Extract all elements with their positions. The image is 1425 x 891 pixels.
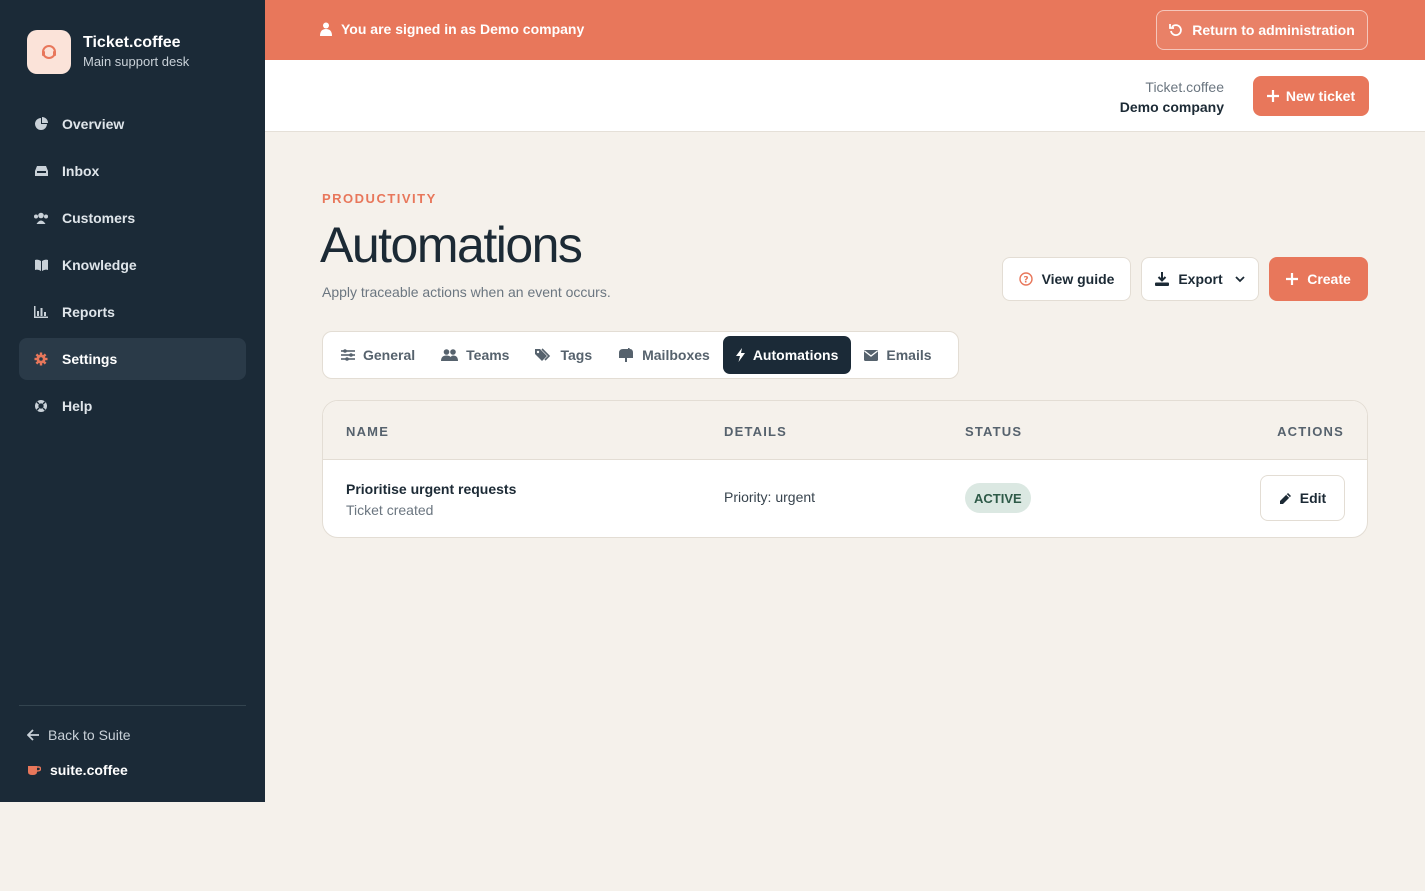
back-to-suite-link[interactable]: Back to Suite [27,727,131,743]
account-info: Ticket.coffee Demo company [1120,77,1224,117]
tab-emails[interactable]: Emails [851,336,944,374]
tab-label: Tags [560,347,593,363]
sidebar-item-label: Inbox [62,163,100,179]
impersonation-banner: You are signed in as Demo company Return… [265,0,1425,60]
tab-label: Teams [466,347,510,363]
sidebar-item-label: Help [62,398,93,414]
user-icon [320,22,332,36]
download-icon [1155,272,1170,286]
sidebar-item-label: Reports [62,304,115,320]
tab-mailboxes[interactable]: Mailboxes [605,336,723,374]
create-button[interactable]: Create [1269,257,1368,301]
book-icon [33,257,49,273]
brand[interactable]: Ticket.coffee Main support desk [27,30,189,74]
brand-subtitle: Main support desk [83,54,190,69]
column-header-actions: ACTIONS [1277,424,1344,439]
question-circle-icon: ? [1018,272,1033,286]
tab-label: Automations [752,347,839,363]
tab-general[interactable]: General [328,336,428,374]
tab-label: Emails [886,347,932,363]
sidebar-item-label: Settings [62,351,118,367]
column-header-status: STATUS [965,424,1023,439]
bar-chart-icon [33,304,49,320]
headset-logo-icon [27,30,71,74]
pie-chart-icon [33,116,49,132]
automations-table: NAME DETAILS STATUS ACTIONS Prioritise u… [322,400,1368,538]
sidebar-divider [19,705,246,706]
chevron-down-icon [1235,275,1245,283]
status-badge: ACTIVE [965,483,1031,513]
brand-title: Ticket.coffee [83,34,181,51]
tab-tags[interactable]: Tags [522,336,605,374]
plus-icon [1266,90,1279,102]
edit-label: Edit [1299,490,1327,506]
envelope-icon [864,349,879,361]
account-app-name: Ticket.coffee [1145,79,1224,95]
table-row: Prioritise urgent requests Ticket create… [323,460,1367,537]
tab-label: General [363,347,416,363]
sidebar-item-label: Overview [62,116,125,132]
bolt-icon [735,348,745,362]
page-title: Automations [320,217,583,273]
tab-teams[interactable]: Teams [428,336,522,374]
sidebar-item-label: Knowledge [62,257,137,273]
mailbox-icon [618,348,634,362]
plus-icon [1286,273,1299,285]
banner-message: You are signed in as Demo company [320,21,584,37]
page-subtitle: Apply traceable actions when an event oc… [322,284,611,300]
sidebar-item-overview[interactable]: Overview [19,103,246,145]
sidebar-nav: Overview Inbox Customers Knowledge Repor… [19,103,246,432]
export-button[interactable]: Export [1141,257,1259,301]
sidebar-item-help[interactable]: Help [19,385,246,427]
view-guide-label: View guide [1041,271,1115,287]
settings-tabs: General Teams Tags Mailboxes Automations… [322,331,959,379]
view-guide-button[interactable]: ? View guide [1002,257,1131,301]
lifebuoy-icon [33,398,49,414]
sidebar-item-inbox[interactable]: Inbox [19,150,246,192]
sidebar-item-settings[interactable]: Settings [19,338,246,380]
sidebar-item-label: Customers [62,210,136,226]
users-icon [441,349,459,361]
return-label: Return to administration [1192,22,1355,38]
sidebar-item-knowledge[interactable]: Knowledge [19,244,246,286]
coffee-cup-icon [27,764,41,776]
page-eyebrow: PRODUCTIVITY [322,191,437,206]
suite-link[interactable]: suite.coffee [27,762,128,778]
inbox-icon [33,163,49,179]
export-label: Export [1178,271,1223,287]
undo-icon [1169,23,1183,37]
banner-text: You are signed in as Demo company [341,21,585,37]
svg-text:?: ? [1023,276,1028,286]
tab-automations[interactable]: Automations [722,336,852,374]
edit-button[interactable]: Edit [1260,475,1345,521]
automation-name-cell: Prioritise urgent requests Ticket create… [346,479,516,521]
sidebar-item-customers[interactable]: Customers [19,197,246,239]
automation-trigger: Ticket created [346,502,434,518]
create-label: Create [1307,271,1351,287]
pencil-icon [1279,492,1292,505]
tags-icon [535,348,552,362]
account-company: Demo company [1119,99,1224,115]
back-to-suite-label: Back to Suite [48,727,131,743]
column-header-name: NAME [346,424,390,439]
sliders-icon [341,349,355,361]
table-header: NAME DETAILS STATUS ACTIONS [323,401,1367,460]
arrow-left-icon [27,729,40,741]
sidebar: Ticket.coffee Main support desk Overview… [0,0,265,802]
return-to-administration-button[interactable]: Return to administration [1156,10,1368,50]
gear-icon [33,351,49,367]
new-ticket-button[interactable]: New ticket [1253,76,1369,116]
tab-label: Mailboxes [642,347,710,363]
column-header-details: DETAILS [724,424,788,439]
automation-name: Prioritise urgent requests [346,481,517,497]
automation-details: Priority: urgent [724,489,816,505]
top-header: Ticket.coffee Demo company New ticket [265,60,1425,132]
suite-label: suite.coffee [50,762,128,778]
users-icon [33,210,49,226]
new-ticket-label: New ticket [1285,88,1356,104]
sidebar-item-reports[interactable]: Reports [19,291,246,333]
